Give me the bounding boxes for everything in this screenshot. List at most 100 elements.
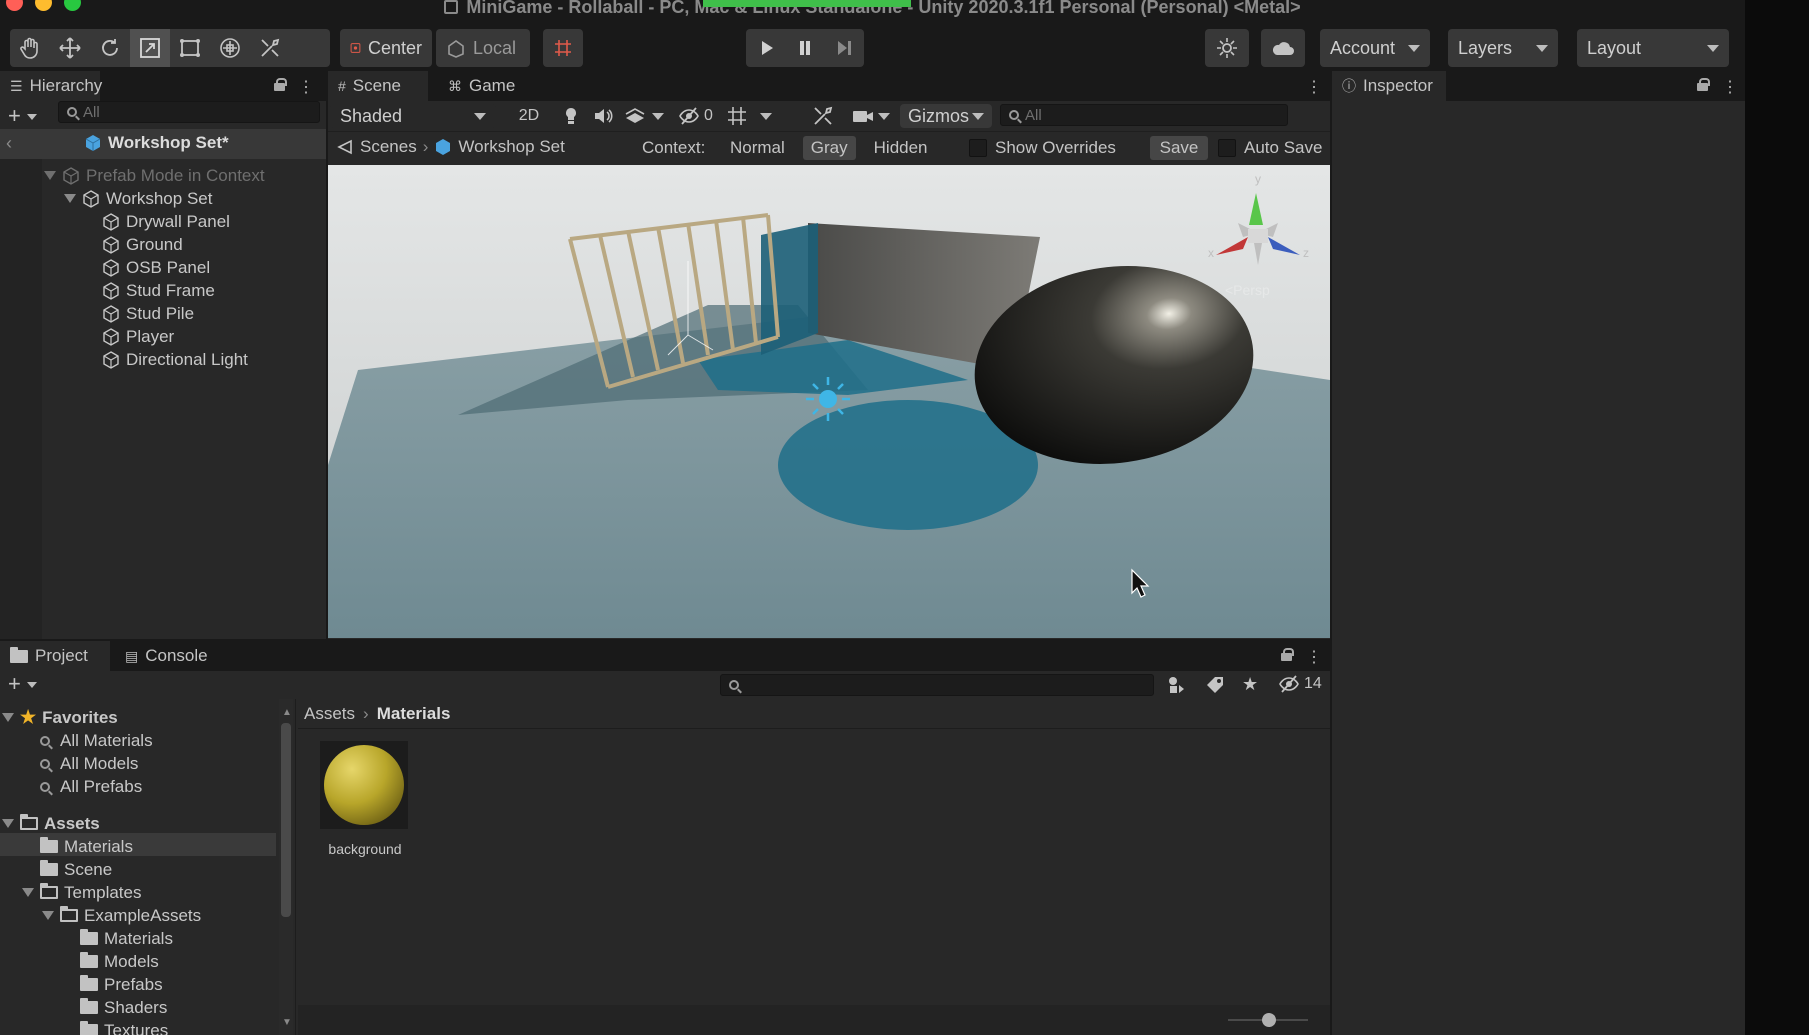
expand-triangle-icon[interactable]: [22, 888, 34, 897]
account-dropdown[interactable]: Account: [1320, 29, 1430, 67]
rect-tool-button[interactable]: [170, 29, 210, 67]
search-by-label-button[interactable]: [1205, 675, 1225, 700]
transform-tool-button[interactable]: [210, 29, 250, 67]
favorite-star-button[interactable]: ★: [1242, 674, 1258, 695]
folder-row[interactable]: Scene: [40, 858, 112, 881]
audio-toggle[interactable]: [592, 105, 618, 127]
breadcrumb-assets[interactable]: Assets: [304, 704, 355, 724]
rotate-tool-button[interactable]: [90, 29, 130, 67]
create-add-button[interactable]: +: [8, 671, 37, 697]
scroll-down-icon[interactable]: ▼: [282, 1017, 292, 1028]
icon-size-slider-thumb[interactable]: [1262, 1013, 1276, 1027]
folder-row[interactable]: Materials: [40, 835, 133, 858]
project-search-input[interactable]: [720, 674, 1154, 696]
breadcrumb-materials[interactable]: Materials: [377, 704, 451, 724]
move-tool-button[interactable]: [50, 29, 90, 67]
context-hidden-button[interactable]: Hidden: [866, 136, 936, 160]
camera-dropdown[interactable]: [852, 105, 896, 127]
favorite-search-item[interactable]: All Prefabs: [40, 775, 142, 798]
step-button[interactable]: [825, 29, 864, 67]
hierarchy-item[interactable]: Stud Pile: [102, 302, 194, 325]
folder-row[interactable]: Materials: [80, 927, 173, 950]
tab-project[interactable]: Project: [0, 641, 110, 671]
hierarchy-item[interactable]: Ground: [102, 233, 183, 256]
hierarchy-search-input[interactable]: All: [58, 101, 320, 123]
assets-row[interactable]: Assets: [2, 812, 100, 835]
shading-mode-dropdown[interactable]: Shaded: [330, 104, 496, 128]
kebab-menu-icon[interactable]: ⋮: [1306, 77, 1322, 97]
context-normal-button[interactable]: Normal: [722, 136, 793, 160]
cloud-button[interactable]: [1261, 29, 1305, 67]
pivot-space-toggle[interactable]: Local: [436, 29, 530, 67]
hand-tool-button[interactable]: [10, 29, 50, 67]
kebab-menu-icon[interactable]: ⋮: [1306, 647, 1322, 667]
folder-row[interactable]: Textures: [80, 1019, 168, 1035]
show-overrides-checkbox[interactable]: [969, 139, 987, 157]
layers-dropdown[interactable]: Layers: [1448, 29, 1558, 67]
scene-viewport[interactable]: y x z <Persp: [328, 165, 1330, 638]
favorite-search-item[interactable]: All Materials: [40, 729, 153, 752]
lighting-toggle[interactable]: [560, 105, 586, 127]
tab-game[interactable]: ⌘ Game: [438, 71, 528, 101]
lock-icon[interactable]: [274, 78, 287, 91]
lock-icon[interactable]: [1281, 648, 1294, 661]
tab-hierarchy[interactable]: ☰ Hierarchy: [0, 71, 102, 101]
hierarchy-item[interactable]: Stud Frame: [102, 279, 215, 302]
grid-dropdown[interactable]: [726, 105, 776, 127]
breadcrumb-prefab[interactable]: Workshop Set: [458, 137, 564, 157]
auto-save-checkbox[interactable]: [1218, 139, 1236, 157]
tools-toggle[interactable]: [812, 105, 838, 127]
example-assets-row[interactable]: ExampleAssets: [42, 904, 201, 927]
hidden-packages-toggle[interactable]: 14: [1278, 675, 1322, 693]
effects-dropdown[interactable]: [624, 105, 668, 127]
templates-row[interactable]: Templates: [22, 881, 141, 904]
expand-triangle-icon[interactable]: [2, 713, 14, 722]
toggle-2d-button[interactable]: 2D: [512, 104, 546, 128]
expand-triangle-icon[interactable]: [64, 194, 76, 203]
scale-tool-button[interactable]: [130, 29, 170, 67]
custom-tool-button[interactable]: [250, 29, 290, 67]
expand-triangle-icon[interactable]: [44, 171, 56, 180]
hidden-objects-toggle[interactable]: 0: [678, 105, 713, 127]
expand-triangle-icon[interactable]: [2, 819, 14, 828]
root-object-row[interactable]: Workshop Set: [64, 187, 212, 210]
perspective-label[interactable]: <Persp: [1225, 282, 1270, 298]
scrollbar-thumb[interactable]: [281, 723, 291, 917]
folder-row[interactable]: Models: [80, 950, 159, 973]
search-by-type-button[interactable]: [1166, 675, 1186, 700]
grid-snap-button[interactable]: [543, 29, 583, 67]
layout-dropdown[interactable]: Layout: [1577, 29, 1729, 67]
pause-button[interactable]: [785, 29, 824, 67]
hierarchy-item[interactable]: Directional Light: [102, 348, 248, 371]
hierarchy-item[interactable]: Drywall Panel: [102, 210, 230, 233]
tab-console[interactable]: ▤ Console: [115, 641, 225, 671]
folder-row[interactable]: Shaders: [80, 996, 167, 1019]
favorite-search-item[interactable]: All Models: [40, 752, 138, 775]
scroll-up-icon[interactable]: ▲: [282, 707, 292, 718]
auto-save-toggle[interactable]: Auto Save: [1218, 138, 1322, 158]
kebab-menu-icon[interactable]: ⋮: [1722, 77, 1738, 97]
hierarchy-item[interactable]: OSB Panel: [102, 256, 210, 279]
lock-icon[interactable]: [1697, 78, 1710, 91]
tab-inspector[interactable]: ⓘ Inspector: [1332, 71, 1446, 101]
asset-tile[interactable]: background: [320, 741, 410, 857]
folder-tree-scrollbar[interactable]: ▲ ▼: [279, 699, 293, 1035]
favorites-row[interactable]: ★ Favorites: [2, 706, 118, 729]
play-button[interactable]: [746, 29, 785, 67]
context-gray-button[interactable]: Gray: [802, 136, 856, 160]
save-button[interactable]: Save: [1150, 136, 1208, 160]
tab-scene[interactable]: # Scene: [328, 71, 428, 101]
hierarchy-item[interactable]: Player: [102, 325, 174, 348]
scene-search-input[interactable]: All: [1000, 104, 1288, 126]
collab-button[interactable]: [1205, 29, 1249, 67]
expand-triangle-icon[interactable]: [42, 911, 54, 920]
create-add-button[interactable]: +: [8, 103, 37, 129]
show-overrides-toggle[interactable]: Show Overrides: [969, 138, 1116, 158]
prefab-context-row[interactable]: Prefab Mode in Context: [44, 164, 265, 187]
kebab-menu-icon[interactable]: ⋮: [298, 77, 314, 97]
folder-row[interactable]: Prefabs: [80, 973, 163, 996]
gizmos-dropdown[interactable]: Gizmos: [900, 104, 992, 128]
breadcrumb-scenes[interactable]: Scenes: [360, 137, 417, 157]
back-chevron-icon[interactable]: ‹: [6, 133, 12, 154]
pivot-center-toggle[interactable]: Center: [340, 29, 432, 67]
